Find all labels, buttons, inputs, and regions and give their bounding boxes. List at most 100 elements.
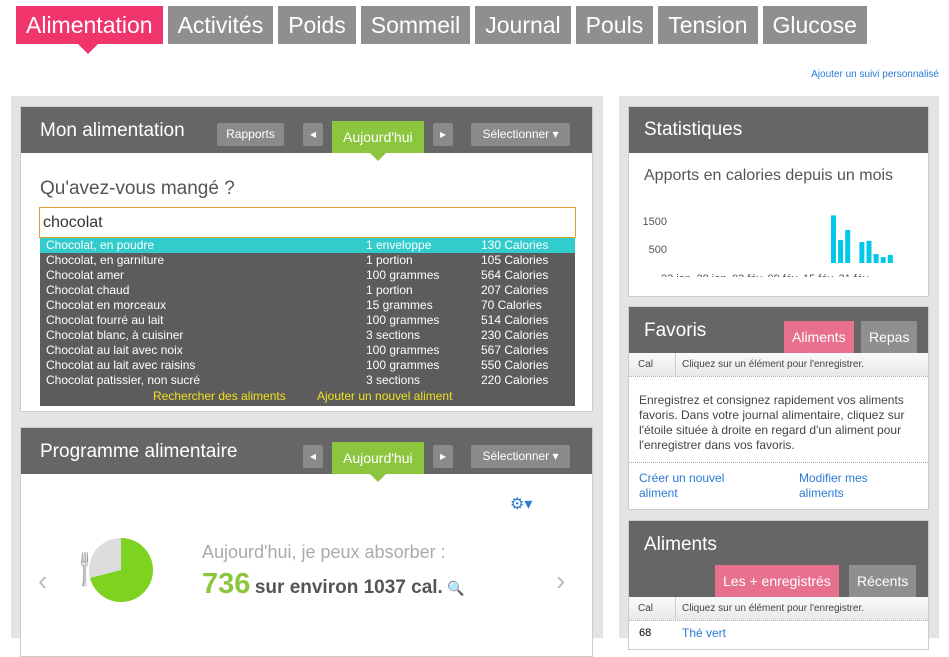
chevron-right-icon: ▸ [439, 127, 447, 141]
next-day-button[interactable]: ▸ [433, 123, 453, 146]
stats-panel: Statistiques Apports en calories depuis … [628, 106, 929, 297]
favorites-help-text: Enregistrez et consignez rapidement vos … [639, 393, 905, 452]
calories: 207 Calories [481, 283, 549, 297]
tab-meals[interactable]: Repas [861, 321, 918, 353]
portion: 1 enveloppe [366, 238, 432, 252]
prev-day-button[interactable]: ◂ [303, 123, 323, 146]
create-food-link[interactable]: Créer un nouvel aliment [639, 471, 749, 501]
main-tabs: Alimentation Activités Poids Sommeil Journal… [16, 6, 867, 54]
portion: 100 grammes [366, 343, 440, 357]
food-name: Chocolat, en garniture [46, 253, 165, 267]
suggestion-item[interactable]: Chocolat patissier, non sucré 3 sections 2… [40, 373, 575, 388]
tab-7[interactable]: Glucose [762, 6, 867, 44]
foods-panel: Aliments Les + enregistrés Récents Cal Cl… [628, 520, 929, 650]
chart-bar [880, 257, 886, 263]
suggestion-item[interactable]: Chocolat au lait avec noix 100 grammes 567… [40, 343, 575, 358]
calories: 130 Calories [481, 238, 549, 252]
program-panel-header: Programme alimentaire ◂ Aujourd'hui ▸ Sé… [21, 428, 592, 482]
favorites-panel: Favoris Aliments Repas Cal Cliquez sur un… [628, 306, 929, 510]
modify-foods-link[interactable]: Modifier mes aliments [799, 471, 899, 501]
panel-title: Programme alimentaire [40, 441, 238, 462]
food-name: Chocolat au lait avec noix [46, 343, 183, 357]
select-dropdown[interactable]: Sélectionner ▾ [471, 123, 570, 146]
tab-most-logged[interactable]: Les + enregistrés [715, 565, 839, 597]
portion: 3 sections [366, 328, 421, 342]
settings-gear-icon[interactable]: ⚙▾ [510, 494, 532, 514]
reports-button[interactable]: Rapports [217, 123, 284, 146]
portion: 15 grammes [366, 298, 433, 312]
tab-recent[interactable]: Récents [849, 565, 917, 597]
calories: 220 Calories [481, 373, 549, 387]
add-custom-tracker-link[interactable]: Ajouter un suivi personnalisé [811, 69, 939, 80]
chevron-left-icon[interactable]: ‹ [38, 565, 47, 597]
x-tick-label: 09 fév [768, 273, 798, 277]
search-foods-link[interactable]: Rechercher des aliments [153, 389, 286, 403]
panel-title: Aliments [644, 534, 717, 555]
portion: 1 portion [366, 283, 413, 297]
today-button[interactable]: Aujourd'hui [332, 442, 424, 482]
panel-title: Mon alimentation [40, 120, 185, 141]
portion: 100 grammes [366, 313, 440, 327]
food-search-input[interactable] [39, 207, 576, 238]
suggestion-item[interactable]: Chocolat blanc, à cuisiner 3 sections 230 … [40, 328, 575, 343]
y-tick-label: 1500 [643, 216, 667, 228]
calorie-chart: 1500 500 22 jan 28 jan 03 fév 09 fév 15 fév 21 … [643, 215, 893, 277]
tab-6[interactable]: Tension [658, 6, 758, 44]
caret-down-icon: ▾ [552, 127, 559, 141]
right-column: Statistiques Apports en calories depuis … [619, 96, 939, 650]
panel-title: Statistiques [644, 119, 743, 140]
food-name: Chocolat patissier, non sucré [46, 373, 201, 387]
chart-bar [873, 254, 879, 263]
chevron-right-icon[interactable]: › [556, 565, 565, 597]
tab-1[interactable]: Activités [167, 6, 274, 44]
col-hint: Cliquez sur un élément pour l'enregistre… [675, 597, 864, 621]
chart-bar [838, 240, 844, 263]
can-absorb-label: Aujourd'hui, je peux absorber : [202, 542, 446, 562]
tab-foods[interactable]: Aliments [784, 321, 854, 353]
tab-0[interactable]: Alimentation [16, 6, 163, 54]
food-cal: 68 [639, 627, 652, 639]
suggestion-item[interactable]: Chocolat en morceaux 15 grammes 70 Calorie… [40, 298, 575, 313]
calories: 564 Calories [481, 268, 549, 282]
calorie-summary: 736 sur environ 1037 cal. 🔍 [202, 568, 465, 600]
x-tick-label: 21 fév [839, 273, 869, 277]
prev-day-button[interactable]: ◂ [303, 445, 323, 468]
x-tick-label: 28 jan [697, 273, 727, 277]
food-name: Chocolat amer [46, 268, 125, 282]
food-item-link[interactable]: Thé vert [682, 626, 726, 641]
calories: 105 Calories [481, 253, 549, 267]
calories: 567 Calories [481, 343, 549, 357]
portion: 100 grammes [366, 358, 440, 372]
tab-3[interactable]: Sommeil [360, 6, 471, 44]
tab-2[interactable]: Poids [278, 6, 356, 44]
chart-bar [831, 215, 836, 263]
tab-4[interactable]: Journal [475, 6, 571, 44]
add-food-link[interactable]: Ajouter un nouvel aliment [317, 389, 452, 403]
chart-subtitle: Apports en calories depuis un mois [644, 167, 894, 184]
suggestion-item[interactable]: Chocolat chaud 1 portion 207 Calories [40, 283, 575, 298]
suggestion-item[interactable]: Chocolat amer 100 grammes 564 Calories [40, 268, 575, 283]
suggestions-dropdown: Chocolat, en poudre 1 enveloppe 130 Calori… [40, 238, 575, 406]
food-name: Chocolat, en poudre [46, 238, 155, 252]
tab-5[interactable]: Pouls [575, 6, 654, 44]
food-panel-header: Mon alimentation Rapports ◂ Aujourd'hui … [21, 107, 592, 161]
suggestion-item[interactable]: Chocolat, en poudre 1 enveloppe 130 Calori… [40, 238, 575, 253]
suggestion-item[interactable]: Chocolat, en garniture 1 portion 105 Calor… [40, 253, 575, 268]
food-name: Chocolat fourré au lait [46, 313, 164, 327]
calories: 70 Calories [481, 298, 542, 312]
next-day-button[interactable]: ▸ [433, 445, 453, 468]
col-cal: Cal [638, 603, 654, 614]
question-label: Qu'avez-vous mangé ? [40, 178, 235, 199]
today-button[interactable]: Aujourd'hui [332, 121, 424, 161]
select-dropdown[interactable]: Sélectionner ▾ [471, 445, 570, 468]
search-icon[interactable]: 🔍 [447, 580, 464, 596]
x-tick-label: 15 fév [803, 273, 833, 277]
x-tick-label: 03 fév [732, 273, 762, 277]
food-name: Chocolat en morceaux [46, 298, 167, 312]
food-name: Chocolat blanc, à cuisiner [46, 328, 184, 342]
suggestion-item[interactable]: Chocolat fourré au lait 100 grammes 514 Ca… [40, 313, 575, 328]
suggestion-item[interactable]: Chocolat au lait avec raisins 100 grammes… [40, 358, 575, 373]
food-name: Chocolat au lait avec raisins [46, 358, 196, 372]
col-cal: Cal [638, 359, 654, 370]
chart-bar [859, 242, 865, 263]
